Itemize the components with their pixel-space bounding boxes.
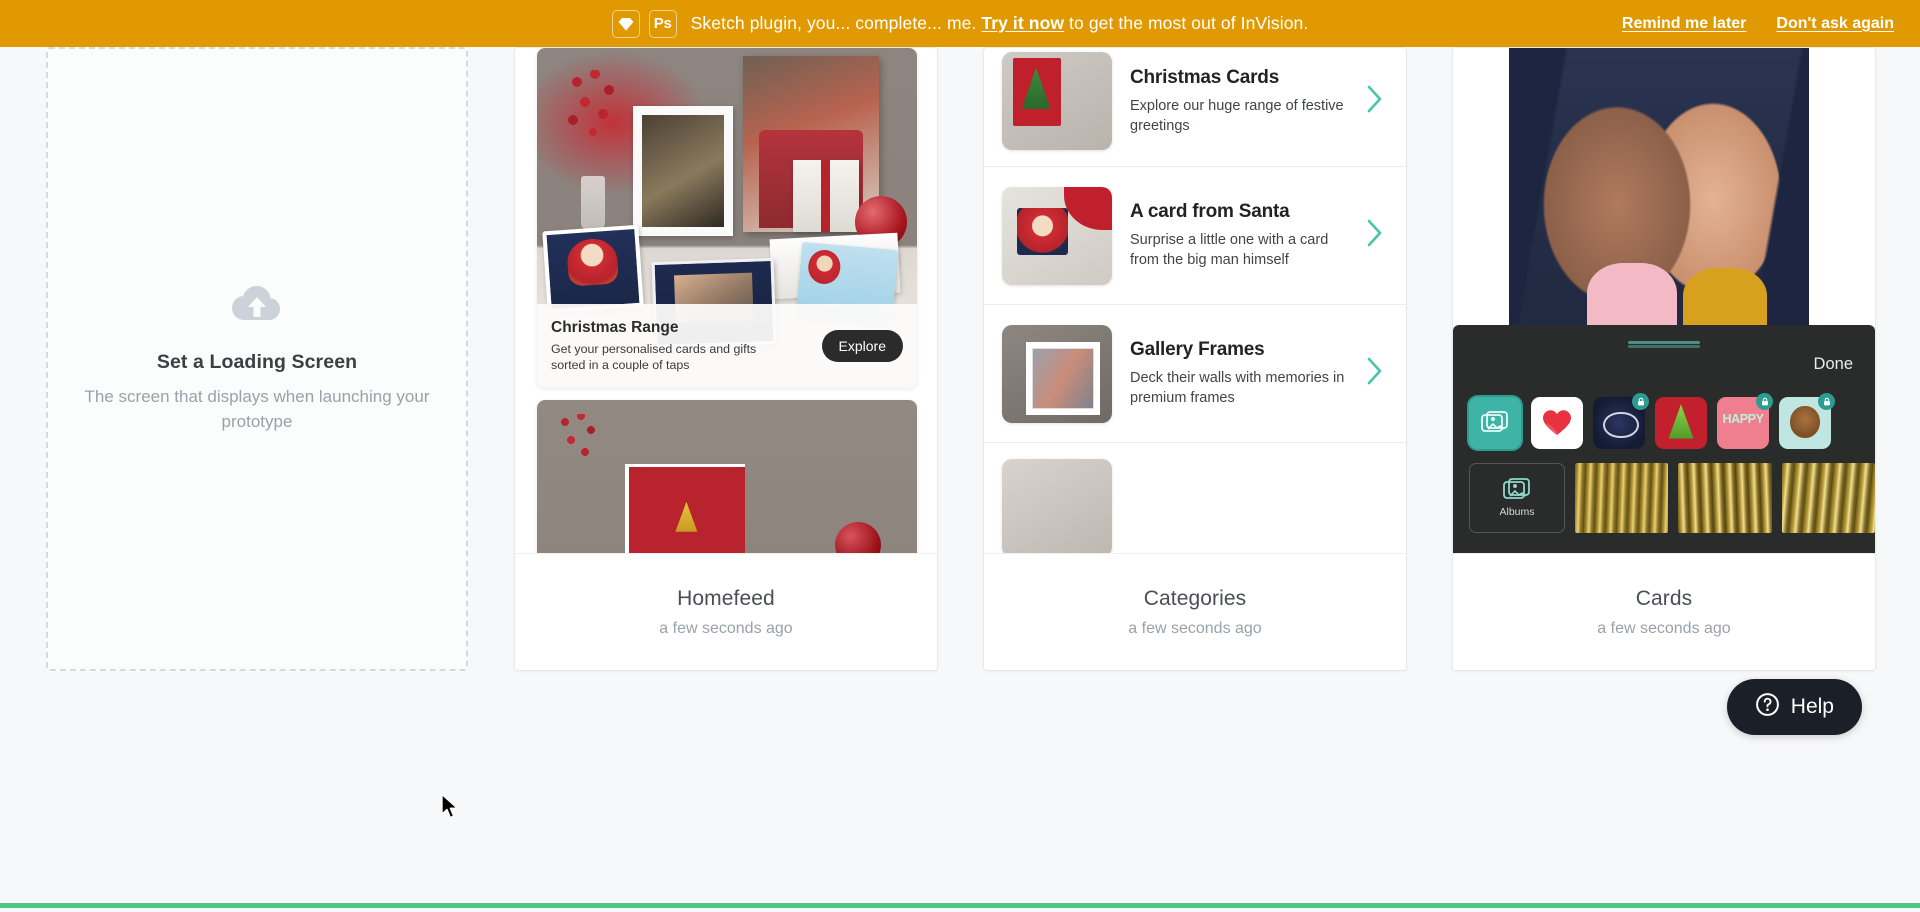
cloud-upload-icon bbox=[231, 284, 283, 331]
two-children-wreath-photo bbox=[1509, 48, 1809, 338]
santa-card-decoration bbox=[542, 224, 644, 314]
loading-placeholder-title: Set a Loading Screen bbox=[156, 350, 358, 373]
loading-placeholder-subtitle: The screen that displays when launching … bbox=[84, 386, 430, 431]
list-item-subtitle: Deck their walls with memories in premiu… bbox=[1130, 370, 1345, 406]
photos-sticker[interactable] bbox=[1469, 397, 1521, 449]
list-item[interactable]: Gallery Frames Deck their walls with mem… bbox=[984, 305, 1406, 443]
banner-message: Sketch plugin, you... complete... me. Tr… bbox=[691, 13, 1309, 34]
categories-thumbnail: Christmas Cards Explore our huge range o… bbox=[984, 48, 1406, 553]
screen-name: Categories bbox=[1143, 586, 1247, 610]
hero-caption-subtitle: Get your personalised cards and gifts so… bbox=[551, 341, 757, 372]
banner-actions: Remind me later Don't ask again bbox=[1622, 15, 1894, 33]
sticker-row-albums: Albums bbox=[1469, 463, 1875, 533]
mouse-cursor bbox=[440, 793, 460, 826]
partial-row-thumbnail bbox=[1002, 459, 1112, 553]
gift-box-decoration bbox=[793, 160, 859, 232]
sticker-picker-sheet: Done HAPPY Albums bbox=[1453, 325, 1875, 553]
tinsel-photo[interactable] bbox=[1575, 463, 1669, 533]
tinsel-photo[interactable] bbox=[1678, 463, 1772, 533]
screen-card-homefeed[interactable]: Christmas Range Get your personalised ca… bbox=[514, 47, 938, 671]
screen-timestamp: a few seconds ago bbox=[659, 619, 793, 637]
photo-frame-decoration bbox=[633, 106, 733, 236]
list-item[interactable]: Christmas Cards Explore our huge range o… bbox=[984, 48, 1406, 167]
sheet-grabber-handle[interactable] bbox=[1628, 341, 1700, 344]
prototype-screens-canvas: Set a Loading Screen The screen that dis… bbox=[0, 47, 1920, 908]
list-item[interactable]: A card from Santa Surprise a little one … bbox=[984, 167, 1406, 305]
sticker-row-primary: HAPPY bbox=[1469, 393, 1875, 449]
homefeed-card-meta: Homefeed a few seconds ago bbox=[515, 553, 937, 670]
lock-icon bbox=[1756, 393, 1773, 410]
christmas-tree-sticker[interactable] bbox=[1655, 397, 1707, 449]
list-item-title: Gallery Frames bbox=[1130, 339, 1265, 360]
list-item-title: Christmas Cards bbox=[1130, 66, 1280, 88]
explore-button[interactable]: Explore bbox=[821, 330, 903, 362]
homefeed-thumbnail: Christmas Range Get your personalised ca… bbox=[515, 48, 937, 553]
red-card-decoration bbox=[625, 464, 745, 553]
chevron-right-icon bbox=[1366, 356, 1388, 391]
screen-name: Cards bbox=[1635, 586, 1693, 610]
screen-card-cards[interactable]: Done HAPPY Albums Cards a few seconds ag… bbox=[1452, 47, 1876, 671]
categories-list: Christmas Cards Explore our huge range o… bbox=[984, 48, 1406, 553]
tinsel-photo-strip bbox=[1575, 463, 1875, 533]
homefeed-second-tile bbox=[537, 400, 917, 553]
screen-timestamp: a few seconds ago bbox=[1128, 619, 1262, 637]
categories-card-meta: Categories a few seconds ago bbox=[984, 553, 1406, 670]
red-bauble-decoration-2 bbox=[835, 522, 881, 553]
done-button[interactable]: Done bbox=[1814, 355, 1853, 374]
chevron-right-icon bbox=[1366, 84, 1388, 119]
dont-ask-again-link[interactable]: Don't ask again bbox=[1776, 15, 1894, 33]
banner-message-prefix: Sketch plugin, you... complete... me. bbox=[690, 13, 982, 33]
question-circle-icon bbox=[1755, 692, 1780, 723]
berries-decoration bbox=[565, 70, 621, 186]
list-item-partial[interactable] bbox=[984, 443, 1406, 553]
screen-name: Homefeed bbox=[677, 586, 775, 610]
cards-card-meta: Cards a few seconds ago bbox=[1453, 553, 1875, 670]
try-it-now-link[interactable]: Try it now bbox=[981, 13, 1064, 33]
loading-screen-dropzone[interactable]: Set a Loading Screen The screen that dis… bbox=[46, 47, 468, 671]
lock-icon bbox=[1818, 393, 1835, 410]
lock-icon bbox=[1632, 393, 1649, 410]
chevron-right-icon bbox=[1366, 218, 1388, 253]
screen-timestamp: a few seconds ago bbox=[1597, 619, 1731, 637]
berries-decoration-2 bbox=[555, 414, 603, 506]
photoshop-icon: Ps bbox=[648, 9, 677, 38]
merry-christmas-wreath-sticker[interactable] bbox=[1593, 393, 1649, 449]
sketch-plugin-promo-banner: Ps Sketch plugin, you... complete... me.… bbox=[0, 0, 1920, 47]
hero-caption: Christmas Range Get your personalised ca… bbox=[537, 304, 917, 388]
sketch-diamond-icon bbox=[611, 9, 640, 38]
vase-decoration bbox=[581, 176, 605, 230]
help-label: Help bbox=[1790, 695, 1834, 718]
list-item-subtitle: Surprise a little one with a card from t… bbox=[1130, 232, 1329, 268]
christmas-range-hero: Christmas Range Get your personalised ca… bbox=[537, 48, 917, 388]
tinsel-photo[interactable] bbox=[1781, 463, 1875, 533]
banner-message-suffix: to get the most out of InVision. bbox=[1064, 13, 1309, 33]
help-button[interactable]: Help bbox=[1726, 679, 1862, 735]
albums-label: Albums bbox=[1499, 506, 1535, 518]
gallery-frames-thumbnail bbox=[1002, 324, 1112, 423]
happy-birthday-sticker[interactable]: HAPPY bbox=[1717, 393, 1773, 449]
card-from-santa-thumbnail bbox=[1002, 186, 1112, 285]
albums-tile[interactable]: Albums bbox=[1469, 463, 1565, 533]
list-item-subtitle: Explore our huge range of festive greeti… bbox=[1130, 97, 1344, 134]
heart-sticker[interactable] bbox=[1531, 397, 1583, 449]
bottom-accent-rule bbox=[0, 903, 1920, 908]
hero-caption-title: Christmas Range bbox=[551, 318, 679, 336]
bear-sticker[interactable] bbox=[1779, 393, 1835, 449]
christmas-cards-thumbnail bbox=[1002, 52, 1112, 150]
happy-birthday-label: HAPPY bbox=[1722, 412, 1764, 426]
cards-thumbnail: Done HAPPY Albums bbox=[1453, 48, 1875, 553]
remind-me-later-link[interactable]: Remind me later bbox=[1622, 15, 1746, 33]
list-item-title: A card from Santa bbox=[1130, 201, 1290, 222]
screen-card-categories[interactable]: Christmas Cards Explore our huge range o… bbox=[983, 47, 1407, 671]
